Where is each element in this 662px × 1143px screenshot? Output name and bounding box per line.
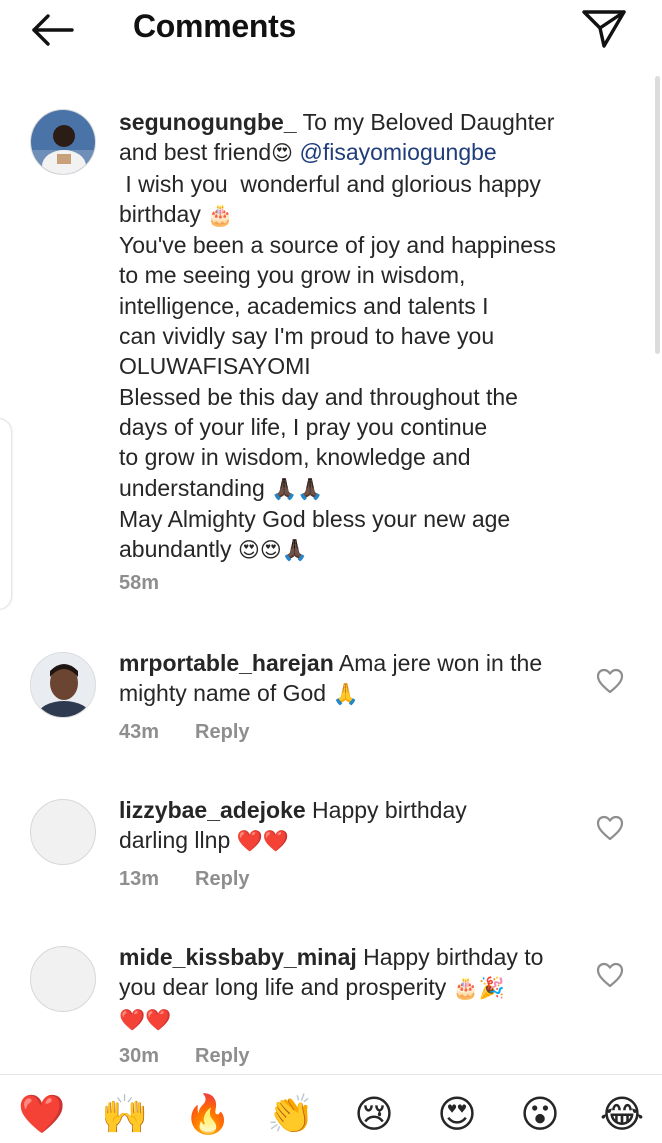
raising-hands-reaction[interactable]: 🙌 (100, 1089, 150, 1139)
reply-button[interactable]: Reply (195, 1045, 249, 1067)
comment-time: 13m (119, 868, 160, 890)
comment-time: 30m (119, 1045, 160, 1067)
comment-time: 58m (119, 572, 160, 594)
reply-button[interactable]: Reply (195, 721, 249, 743)
comment-meta: 30m Reply (119, 1045, 250, 1068)
heart-eyes-emoji: 😍 (271, 141, 294, 166)
arrow-left-icon (32, 14, 74, 46)
like-button[interactable] (596, 815, 624, 841)
paper-plane-icon (582, 10, 626, 48)
heart-outline-icon (596, 815, 624, 841)
header-bar: Comments (0, 0, 662, 60)
praying-hands-emoji: 🙏 (332, 682, 359, 707)
comment-text: lizzybae_adejoke Happy birthday darling … (119, 797, 467, 854)
red-heart-emoji: ❤️❤️ (236, 829, 289, 854)
surprised-face-reaction[interactable]: 😮 (515, 1089, 565, 1139)
comment-time: 43m (119, 721, 160, 743)
mention-link[interactable]: @fisayomiogungbe (299, 139, 496, 165)
comment-text: mide_kissbaby_minaj Happy birthday to yo… (119, 944, 544, 1032)
like-button[interactable] (596, 962, 624, 988)
avatar[interactable] (30, 799, 96, 865)
praying-hands-emoji: 🙏🏿🙏🏿 (271, 476, 324, 501)
comment-meta: 13m Reply (119, 868, 250, 891)
red-heart-reaction[interactable]: ❤️ (17, 1089, 67, 1139)
avatar[interactable] (30, 652, 96, 718)
cake-party-emoji: 🎂🎉 (452, 976, 505, 1001)
heart-outline-icon (596, 668, 624, 694)
comment-text: mrportable_harejan Ama jere won in the m… (119, 650, 543, 707)
back-button[interactable] (28, 10, 76, 50)
comment-meta: 58m (119, 572, 159, 595)
comments-screen: Comments segunogungbe_ To my Beloved Dau… (0, 0, 662, 1143)
crying-face-reaction[interactable]: 😢 (349, 1089, 399, 1139)
page-title: Comments (133, 8, 296, 44)
tears-of-joy-reaction[interactable]: 😂 (597, 1089, 647, 1139)
reply-button[interactable]: Reply (195, 868, 249, 890)
comment-username[interactable]: lizzybae_adejoke (119, 797, 306, 823)
emoji-group: 😍😍🙏🏿 (237, 538, 308, 563)
red-heart-emoji: ❤️❤️ (119, 1007, 172, 1032)
comment-username[interactable]: mrportable_harejan (119, 650, 334, 676)
avatar[interactable] (30, 109, 96, 175)
emoji-reaction-bar: ❤️ 🙌 🔥 👏 😢 😍 😮 😂 (0, 1074, 662, 1143)
birthday-cake-emoji: 🎂 (207, 202, 234, 227)
heart-eyes-reaction[interactable]: 😍 (432, 1089, 482, 1139)
like-button[interactable] (596, 668, 624, 694)
heart-outline-icon (596, 962, 624, 988)
avatar[interactable] (30, 946, 96, 1012)
comment-username[interactable]: segunogungbe_ (119, 109, 297, 135)
side-panel-edge (0, 418, 12, 610)
scrollbar[interactable] (655, 76, 660, 354)
fire-reaction[interactable]: 🔥 (183, 1089, 233, 1139)
user-photo (31, 653, 95, 717)
user-photo (31, 110, 95, 174)
clapping-hands-reaction[interactable]: 👏 (266, 1089, 316, 1139)
comment-text: segunogungbe_ To my Beloved Daughter and… (119, 109, 557, 563)
share-button[interactable] (580, 6, 628, 50)
comment-meta: 43m Reply (119, 721, 250, 744)
comment-username[interactable]: mide_kissbaby_minaj (119, 944, 357, 970)
